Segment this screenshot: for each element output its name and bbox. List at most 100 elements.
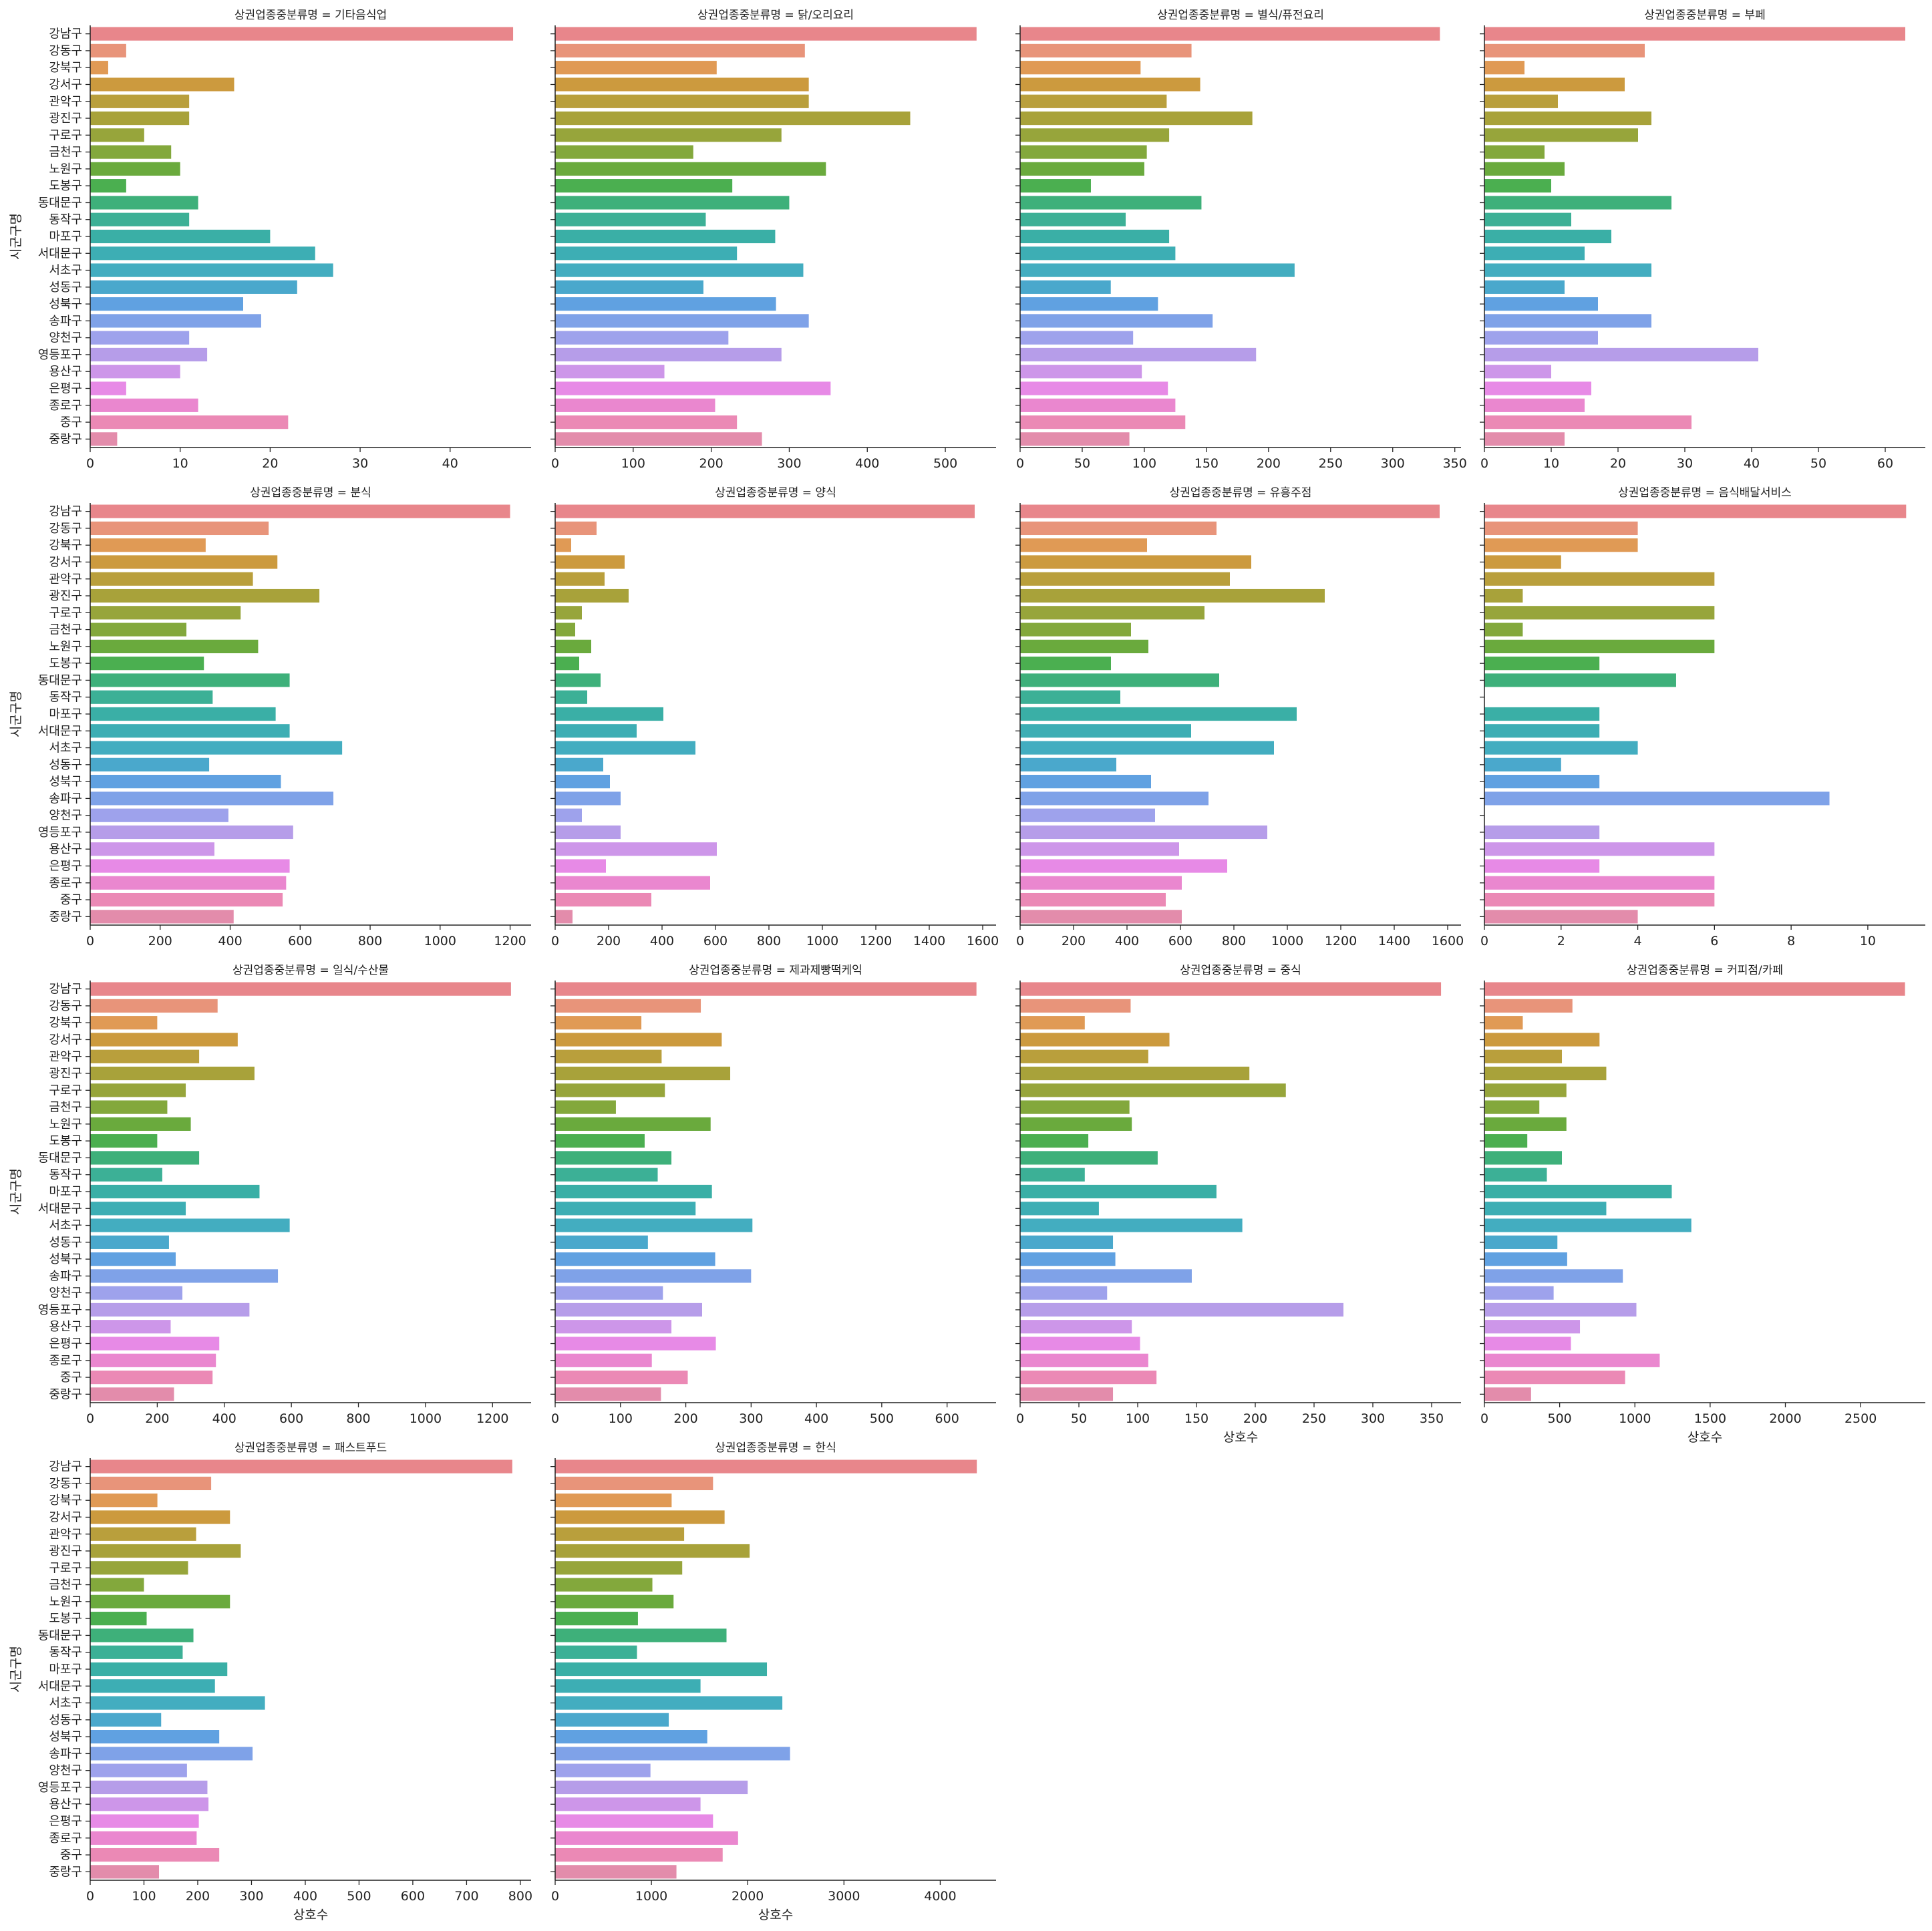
bar-마포구 [1020,229,1170,244]
x-tick-label: 1200 [860,934,892,948]
bar-도봉구 [90,179,126,193]
bar-양천구 [90,808,228,822]
y-tick-label: 금천구 [49,623,82,637]
bar-광진구 [90,111,190,126]
x-tick-label: 1200 [494,934,526,948]
bar-송파구 [90,1747,253,1761]
bar-중구 [90,1848,220,1862]
bar-성북구 [90,297,243,311]
bar-구로구 [555,1561,683,1575]
y-tick-label: 구로구 [49,128,82,142]
y-tick-label: 강동구 [49,522,82,536]
bar-강남구 [555,1459,977,1473]
bar-양천구 [1484,1286,1554,1300]
y-tick-label: 종로구 [49,1354,82,1368]
x-tick-label: 800 [508,1889,532,1904]
bar-광진구 [90,588,320,603]
panel-title: 상권업종중분류명 = 일식/수산물 [232,964,389,977]
x-tick-label: 800 [1222,934,1246,948]
x-tick-label: 1600 [967,934,999,948]
panel-title: 상권업종중분류명 = 부페 [1644,9,1765,22]
bar-동대문구 [1484,1151,1563,1165]
bar-동작구 [555,690,587,704]
bar-강북구 [90,1016,158,1030]
y-tick-label: 마포구 [49,1662,82,1677]
bar-도봉구 [1020,657,1111,671]
bar-광진구 [555,1544,750,1558]
bar-구로구 [1020,128,1170,142]
x-tick-label: 1000 [635,1889,667,1904]
bar-강동구 [90,521,269,536]
y-tick-label: 강북구 [49,1494,82,1508]
y-tick-label: 마포구 [49,707,82,721]
bar-중랑구 [1020,432,1130,446]
bar-중구 [1020,892,1166,907]
bar-양천구 [90,1286,183,1300]
bar-도봉구 [1020,179,1091,193]
x-tick-label: 20 [262,456,278,471]
panel-title: 상권업종중분류명 = 중식 [1180,964,1301,977]
y-tick-label: 노원구 [49,640,82,654]
y-tick-label: 강서구 [49,1033,82,1047]
bar-구로구 [1484,128,1638,142]
y-tick-label: 금천구 [49,1578,82,1592]
y-tick-label: 강남구 [49,1460,82,1474]
bar-송파구 [555,1747,790,1761]
bar-중랑구 [90,910,234,924]
bar-동대문구 [1020,673,1219,687]
bar-은평구 [90,1814,199,1828]
bar-강동구 [90,43,126,58]
bar-동작구 [90,1168,162,1182]
x-tick-label: 0 [86,934,94,948]
x-tick-label: 500 [1547,1411,1571,1426]
bar-동대문구 [1020,1151,1158,1165]
bar-강동구 [1484,999,1573,1013]
x-tick-label: 0 [86,1889,94,1904]
bar-도봉구 [90,1134,158,1148]
x-tick-label: 0 [1016,1411,1024,1426]
bar-서초구 [555,1218,753,1232]
x-tick-label: 200 [597,934,621,948]
bar-은평구 [1484,859,1600,873]
bar-마포구 [555,229,776,244]
bar-동작구 [555,1168,658,1182]
x-tick-label: 0 [1480,934,1488,948]
bar-노원구 [555,1117,711,1131]
x-tick-label: 600 [1168,934,1192,948]
bar-서초구 [555,263,804,277]
bar-강서구 [1484,1033,1600,1047]
bar-강동구 [1020,999,1131,1013]
bar-구로구 [555,1083,665,1097]
bar-종로구 [1020,876,1182,890]
bar-종로구 [555,1831,738,1845]
bar-강서구 [555,77,809,92]
bar-강북구 [555,1016,642,1030]
x-axis-label: 상호수 [293,1908,328,1922]
bar-동작구 [90,1645,183,1659]
bar-강남구 [90,27,514,41]
x-tick-label: 100 [609,1411,633,1426]
bar-중랑구 [90,1387,174,1401]
bar-마포구 [1484,707,1600,721]
x-tick-label: 400 [212,1411,236,1426]
bar-성북구 [1484,1252,1567,1266]
bar-양천구 [555,331,729,345]
bar-서초구 [90,741,343,755]
x-tick-label: 3000 [828,1889,860,1904]
bar-노원구 [555,162,826,176]
bar-송파구 [90,792,334,806]
bar-강남구 [555,504,975,518]
y-tick-label: 종로구 [49,876,82,890]
y-tick-label: 광진구 [49,1067,82,1081]
panel-title: 상권업종중분류명 = 패스트푸드 [234,1441,387,1455]
bar-서초구 [555,741,695,755]
x-tick-label: 200 [673,1411,697,1426]
bar-영등포구 [1484,347,1758,362]
y-tick-label: 성북구 [49,1252,82,1266]
bar-동대문구 [555,1151,672,1165]
bar-영등포구 [1020,825,1267,840]
bar-강서구 [555,1033,722,1047]
bar-서초구 [1484,741,1638,755]
bar-도봉구 [1484,179,1551,193]
y-tick-label: 서대문구 [38,246,82,260]
